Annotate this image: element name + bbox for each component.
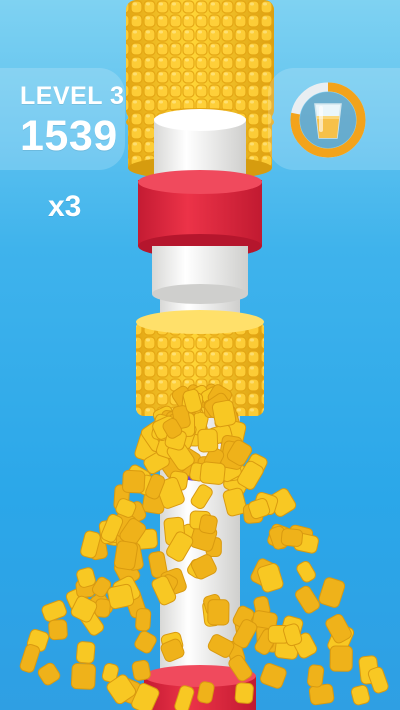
- corn-kernel: [259, 663, 287, 689]
- corn-kernel: [367, 666, 389, 694]
- level-label: LEVEL 3: [20, 82, 125, 110]
- corn-kernel: [135, 608, 152, 632]
- corn-kernel: [107, 583, 135, 610]
- corn-kernel: [19, 644, 41, 673]
- corn-kernel: [211, 399, 237, 428]
- corn-kernel: [37, 662, 61, 686]
- corn-kernel: [198, 514, 218, 535]
- corn-kernel: [350, 684, 371, 706]
- corn-kernel: [134, 630, 157, 654]
- corn-kernel: [257, 562, 284, 593]
- corn-kernel: [280, 528, 304, 547]
- corn-kernel: [113, 540, 138, 571]
- juice-ring-svg: [290, 82, 366, 158]
- juice-glass-icon: [314, 103, 342, 139]
- combo-multiplier: x3: [48, 190, 82, 223]
- score-counter: 1539: [20, 112, 118, 160]
- game-screen[interactable]: LEVEL 3 1539 x3: [0, 0, 400, 710]
- corn-kernel: [307, 664, 325, 688]
- corn-kernel: [207, 599, 230, 626]
- corn-kernel: [76, 641, 96, 664]
- corn-kernel: [234, 682, 254, 704]
- corn-kernel: [296, 560, 316, 583]
- corn-kernel: [70, 663, 96, 690]
- corn-kernel: [197, 428, 219, 453]
- corn-kernel: [329, 645, 353, 672]
- corn-kernel: [318, 577, 346, 608]
- corn-kernel: [41, 600, 67, 622]
- corn-kernel: [295, 585, 320, 614]
- corn-kernel: [199, 461, 226, 485]
- red-ring: [138, 170, 262, 258]
- corn-kernel: [48, 619, 68, 641]
- corn-kernel: [122, 469, 146, 494]
- juice-progress-ring: [288, 80, 368, 160]
- corn-kernel: [131, 659, 151, 681]
